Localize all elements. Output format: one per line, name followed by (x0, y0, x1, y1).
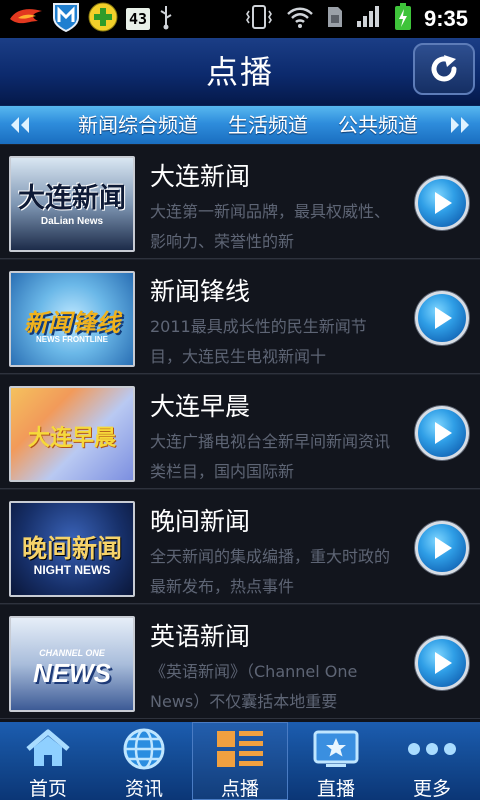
tab-channel-public[interactable]: 公共频道 (338, 106, 418, 144)
program-description: 大连第一新闻品牌，最具权威性、影响力、荣誉性的新 (150, 202, 391, 251)
program-thumbnail: 晚间新闻 NIGHT NEWS (9, 501, 135, 597)
play-button[interactable] (415, 176, 469, 230)
program-title: 大连新闻 (150, 162, 251, 191)
program-list-item[interactable]: 大连早晨 大连早晨 大连广播电视台全新早间新闻资讯类栏目，国内国际新 (0, 374, 480, 489)
bottom-nav: 首页 资讯 点播 直播 更多 (0, 722, 480, 800)
thumbnail-sub-text: DaLian News (40, 216, 104, 227)
double-chevron-left-icon (11, 117, 29, 133)
page-title: 点播 (205, 53, 274, 91)
program-description: 大连广播电视台全新早间新闻资讯类栏目，国内国际新 (150, 432, 391, 481)
refresh-button[interactable] (413, 43, 475, 95)
list-icon (217, 731, 263, 767)
channel-tab-bar: 新闻综合频道 生活频道 公共频道 (0, 106, 480, 144)
play-icon (435, 192, 452, 214)
play-icon (435, 307, 452, 329)
sim-card-icon (326, 5, 344, 33)
usb-icon (158, 4, 174, 34)
program-list-item[interactable]: 新闻锋线 NEWS FRONTLINE 新闻锋线 2011最具成长性的民生新闻节… (0, 259, 480, 374)
nav-label: 更多 (412, 778, 451, 800)
scroll-right-button[interactable] (440, 106, 480, 144)
program-thumbnail: 新闻锋线 NEWS FRONTLINE (9, 271, 135, 367)
program-list: 大连新闻 DaLian News 大连新闻 大连第一新闻品牌，最具权威性、影响力… (0, 144, 480, 722)
play-icon (435, 652, 452, 674)
nav-label: 点播 (220, 778, 259, 800)
nav-item-more[interactable]: 更多 (384, 722, 480, 800)
program-description: 全天新闻的集成编播，重大时政的最新发布，热点事件 (150, 547, 391, 596)
vibrate-icon (244, 4, 274, 34)
program-list-item[interactable]: CHANNEL ONE NEWS 英语新闻 《英语新闻》（Channel One… (0, 604, 480, 719)
program-title: 英语新闻 (150, 622, 251, 651)
clock: 9:35 (423, 6, 468, 31)
battery-percent-box: 43 (126, 8, 151, 30)
wifi-icon (286, 5, 314, 33)
channel-tabs: 新闻综合频道 生活频道 公共频道 (60, 106, 440, 144)
nav-item-live[interactable]: 直播 (288, 722, 384, 800)
nav-label: 首页 (28, 778, 67, 800)
play-button[interactable] (415, 636, 469, 690)
play-icon (435, 537, 452, 559)
nav-label: 直播 (316, 778, 355, 800)
scroll-left-button[interactable] (0, 106, 40, 144)
thumbnail-logo-text: 新闻锋线 (24, 309, 120, 337)
app-screen: 43 9:35 点播 新闻综合频道 生活频道 公共频道 大连新闻 DaLian … (0, 0, 480, 800)
globe-icon (123, 728, 165, 770)
program-thumbnail: 大连早晨 (9, 386, 135, 482)
program-title: 晚间新闻 (150, 507, 251, 536)
more-icon (408, 743, 456, 755)
nav-item-news[interactable]: 资讯 (96, 722, 192, 800)
thumbnail-sub-text: NIGHT NEWS (33, 563, 111, 577)
signal-icon (356, 5, 382, 33)
program-title: 新闻锋线 (150, 277, 251, 306)
play-icon (435, 422, 452, 444)
status-bar: 43 9:35 (0, 0, 480, 38)
program-list-item[interactable]: 晚间新闻 NIGHT NEWS 晚间新闻 全天新闻的集成编播，重大时政的最新发布… (0, 489, 480, 604)
thumbnail-logo-text: 晚间新闻 (21, 534, 122, 563)
play-button[interactable] (415, 521, 469, 575)
tab-channel-news[interactable]: 新闻综合频道 (78, 106, 198, 144)
plus-app-icon (88, 2, 118, 36)
program-description: 2011最具成长性的民生新闻节目，大连民生电视新闻十 (150, 317, 367, 366)
thumbnail-logo-text: NEWS (33, 658, 111, 688)
fire-app-icon (8, 5, 44, 33)
program-thumbnail: 大连新闻 DaLian News (9, 156, 135, 252)
tab-channel-life[interactable]: 生活频道 (228, 106, 308, 144)
double-chevron-right-icon (451, 117, 469, 133)
play-button[interactable] (415, 291, 469, 345)
home-icon (26, 729, 70, 766)
program-title: 大连早晨 (150, 392, 251, 421)
title-bar: 点播 (0, 38, 480, 106)
battery-charging-icon (394, 3, 412, 35)
program-list-item[interactable]: 大连新闻 DaLian News 大连新闻 大连第一新闻品牌，最具权威性、影响力… (0, 144, 480, 259)
play-button[interactable] (415, 406, 469, 460)
tv-star-icon (313, 730, 359, 767)
refresh-icon (431, 55, 457, 82)
thumbnail-sub-text: NEWS FRONTLINE (36, 335, 108, 344)
thumbnail-logo-text: 大连新闻 (18, 183, 126, 214)
nav-item-home[interactable]: 首页 (0, 722, 96, 800)
program-description: 《英语新闻》（Channel One News）不仅囊括本地重要 (150, 662, 358, 711)
thumbnail-sub-text: CHANNEL ONE (39, 648, 105, 658)
nav-label: 资讯 (124, 778, 163, 800)
shield-app-icon (52, 2, 80, 36)
thumbnail-logo-text: 大连早晨 (27, 426, 116, 451)
nav-item-vod[interactable]: 点播 (192, 722, 288, 800)
program-thumbnail: CHANNEL ONE NEWS (9, 616, 135, 712)
